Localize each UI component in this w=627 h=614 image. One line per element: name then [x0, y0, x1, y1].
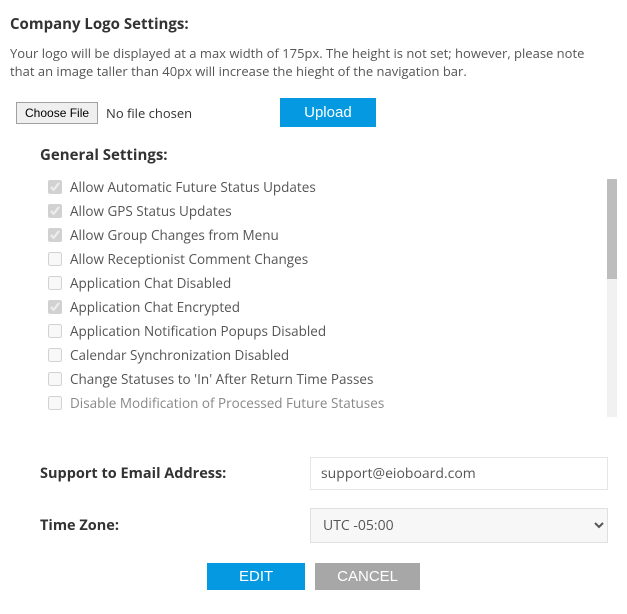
- setting-checkbox[interactable]: [48, 180, 62, 194]
- setting-label: Application Chat Encrypted: [70, 298, 240, 316]
- setting-label: Application Chat Disabled: [70, 274, 231, 292]
- action-buttons: EDIT CANCEL: [10, 563, 617, 590]
- setting-checkbox[interactable]: [48, 372, 62, 386]
- logo-settings-title: Company Logo Settings:: [10, 14, 617, 34]
- settings-list: Allow Automatic Future Status Updates All…: [40, 175, 617, 421]
- setting-row: Allow GPS Status Updates: [40, 199, 597, 223]
- setting-checkbox[interactable]: [48, 276, 62, 290]
- setting-row: Allow Receptionist Comment Changes: [40, 247, 597, 271]
- cancel-button[interactable]: CANCEL: [315, 563, 420, 590]
- choose-file-button[interactable]: Choose File: [16, 102, 98, 124]
- setting-checkbox[interactable]: [48, 396, 62, 410]
- setting-row: Application Chat Encrypted: [40, 295, 597, 319]
- support-email-row: Support to Email Address:: [40, 457, 617, 490]
- setting-row: Calendar Synchronization Disabled: [40, 343, 597, 367]
- timezone-select[interactable]: UTC -05:00: [310, 508, 608, 543]
- general-settings-title: General Settings:: [40, 145, 617, 165]
- setting-row: Application Notification Popups Disabled: [40, 319, 597, 343]
- setting-row: Application Chat Disabled: [40, 271, 597, 295]
- setting-label: Change Statuses to 'In' After Return Tim…: [70, 370, 373, 388]
- setting-label: Allow GPS Status Updates: [70, 202, 232, 220]
- timezone-label: Time Zone:: [40, 516, 310, 535]
- edit-button[interactable]: EDIT: [207, 563, 305, 590]
- setting-checkbox[interactable]: [48, 324, 62, 338]
- setting-label: Allow Receptionist Comment Changes: [70, 250, 308, 268]
- setting-checkbox[interactable]: [48, 228, 62, 242]
- setting-label: Allow Group Changes from Menu: [70, 226, 279, 244]
- setting-label: Disable Modification of Processed Future…: [70, 394, 384, 412]
- setting-checkbox[interactable]: [48, 204, 62, 218]
- setting-label: Application Notification Popups Disabled: [70, 322, 326, 340]
- setting-checkbox[interactable]: [48, 348, 62, 362]
- setting-row: Allow Automatic Future Status Updates: [40, 175, 597, 199]
- setting-label: Allow Automatic Future Status Updates: [70, 178, 316, 196]
- logo-description: Your logo will be displayed at a max wid…: [10, 44, 590, 80]
- setting-row: Change Statuses to 'In' After Return Tim…: [40, 367, 597, 391]
- setting-checkbox[interactable]: [48, 300, 62, 314]
- timezone-row: Time Zone: UTC -05:00: [40, 508, 617, 543]
- support-email-input[interactable]: [310, 457, 608, 490]
- file-upload-row: Choose File No file chosen Upload: [10, 98, 617, 127]
- setting-row: Allow Group Changes from Menu: [40, 223, 597, 247]
- scrollbar-track[interactable]: [607, 179, 617, 417]
- setting-label: Calendar Synchronization Disabled: [70, 346, 289, 364]
- support-email-label: Support to Email Address:: [40, 464, 310, 483]
- file-status-text: No file chosen: [106, 104, 192, 122]
- upload-button[interactable]: Upload: [280, 98, 376, 127]
- setting-checkbox[interactable]: [48, 252, 62, 266]
- setting-row: Disable Modification of Processed Future…: [40, 391, 597, 415]
- scrollbar-thumb[interactable]: [607, 179, 617, 279]
